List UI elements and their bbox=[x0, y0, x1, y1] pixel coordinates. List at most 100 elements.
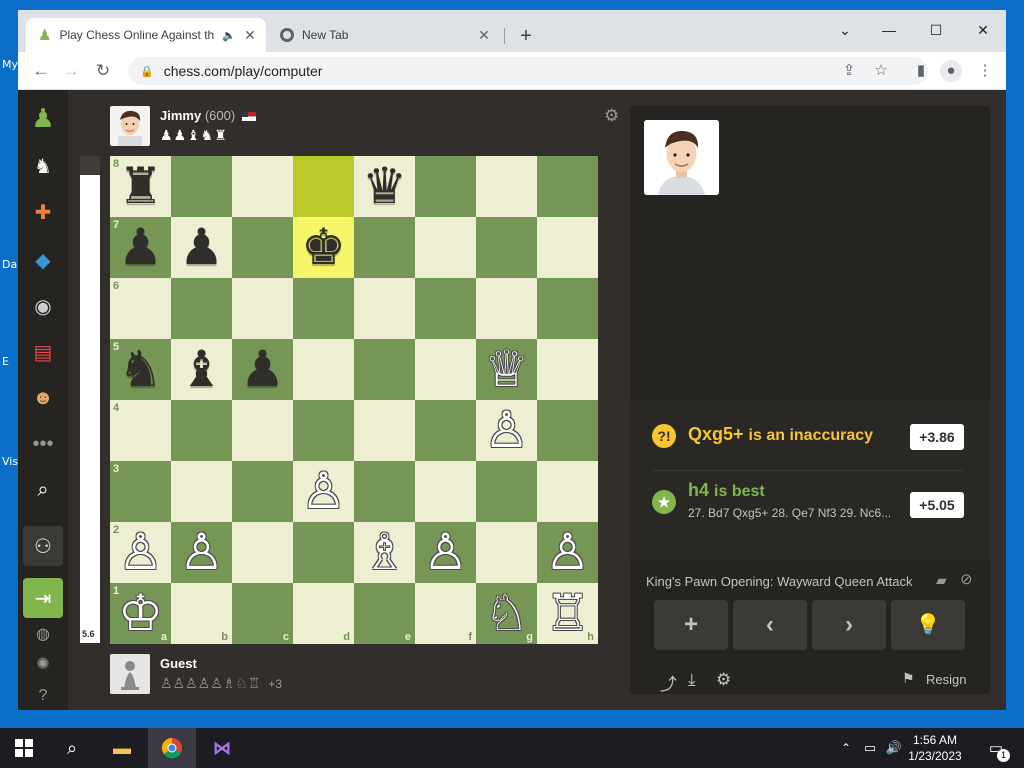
square-h4[interactable] bbox=[537, 400, 598, 461]
theme-icon[interactable]: ✺ bbox=[29, 650, 57, 678]
book-icon[interactable]: ▰ bbox=[936, 572, 947, 589]
square-f3[interactable] bbox=[415, 461, 476, 522]
chevron-up-icon[interactable]: ⌃ bbox=[836, 728, 856, 768]
square-d2[interactable] bbox=[293, 522, 354, 583]
square-d4[interactable] bbox=[293, 400, 354, 461]
square-c8[interactable] bbox=[232, 156, 293, 217]
board-settings-icon[interactable]: ⚙ bbox=[604, 106, 619, 126]
menu-icon[interactable]: ⋮ bbox=[974, 60, 996, 82]
help-icon[interactable]: ? bbox=[29, 682, 57, 710]
opening-name[interactable]: King's Pawn Opening: Wayward Queen Attac… bbox=[646, 574, 912, 589]
new-game-button[interactable]: + bbox=[654, 600, 728, 650]
speaker-icon[interactable]: 🔈 bbox=[222, 29, 236, 42]
volume-icon[interactable]: 🔊 bbox=[884, 728, 904, 768]
profile-icon[interactable]: ● bbox=[940, 60, 962, 82]
windows-start-icon[interactable] bbox=[0, 728, 48, 768]
tab-new[interactable]: New Tab ✕ bbox=[270, 18, 500, 52]
piece-d3[interactable]: ♙ bbox=[293, 461, 354, 522]
square-e4[interactable] bbox=[354, 400, 415, 461]
minimize-button[interactable]: — bbox=[874, 18, 904, 42]
square-f8[interactable] bbox=[415, 156, 476, 217]
visual-studio-icon[interactable]: ⋈ bbox=[198, 728, 246, 768]
square-h7[interactable] bbox=[537, 217, 598, 278]
piece-h1[interactable]: ♖ bbox=[537, 583, 598, 644]
piece-b2[interactable]: ♙ bbox=[171, 522, 232, 583]
bookmark-star-icon[interactable]: ☆ bbox=[870, 60, 892, 82]
settings-gear-icon[interactable]: ⚙ bbox=[716, 670, 731, 690]
square-f7[interactable] bbox=[415, 217, 476, 278]
next-move-button[interactable]: › bbox=[812, 600, 886, 650]
player-name[interactable]: Guest bbox=[160, 656, 197, 671]
square-b3[interactable] bbox=[171, 461, 232, 522]
square-a6[interactable]: 6 bbox=[110, 278, 171, 339]
puzzles-icon[interactable]: ✚ bbox=[29, 198, 57, 226]
square-e5[interactable] bbox=[354, 339, 415, 400]
globe-icon[interactable]: ◍ bbox=[29, 620, 57, 648]
forward-button[interactable]: → bbox=[60, 60, 82, 82]
piece-g5[interactable]: ♕ bbox=[476, 339, 537, 400]
square-b6[interactable] bbox=[171, 278, 232, 339]
piece-b7[interactable]: ♟ bbox=[171, 217, 232, 278]
back-button[interactable]: ← bbox=[30, 60, 52, 82]
file-explorer-icon[interactable]: ▬ bbox=[98, 728, 146, 768]
share-icon[interactable]: ⇪ bbox=[838, 60, 860, 82]
play-icon[interactable]: ♞ bbox=[29, 152, 57, 180]
search-icon[interactable]: ⌕ bbox=[29, 476, 57, 504]
square-c1[interactable]: c bbox=[232, 583, 293, 644]
square-e6[interactable] bbox=[354, 278, 415, 339]
resign-flag-icon[interactable]: ⚑ bbox=[902, 670, 915, 687]
avatar[interactable] bbox=[110, 106, 150, 146]
search-icon[interactable]: ⌕ bbox=[48, 728, 96, 768]
learn-icon[interactable]: ◆ bbox=[29, 246, 57, 274]
square-g3[interactable] bbox=[476, 461, 537, 522]
square-c2[interactable] bbox=[232, 522, 293, 583]
watch-icon[interactable]: ◉ bbox=[29, 292, 57, 320]
square-b8[interactable] bbox=[171, 156, 232, 217]
piece-a5[interactable]: ♞ bbox=[110, 339, 171, 400]
close-tab-icon[interactable]: ✕ bbox=[476, 27, 492, 44]
square-h3[interactable] bbox=[537, 461, 598, 522]
explorer-icon[interactable]: ⊘ bbox=[960, 570, 973, 588]
piece-c5[interactable]: ♟ bbox=[232, 339, 293, 400]
side-panel-icon[interactable]: ▮ bbox=[910, 60, 932, 82]
desktop-icon-label[interactable]: Vis bbox=[2, 455, 18, 468]
previous-move-button[interactable]: ‹ bbox=[733, 600, 807, 650]
square-e7[interactable] bbox=[354, 217, 415, 278]
best-line[interactable]: 27. Bd7 Qxg5+ 28. Qe7 Nf3 29. Nc6... bbox=[688, 506, 908, 520]
square-f6[interactable] bbox=[415, 278, 476, 339]
login-icon[interactable]: ⇥ bbox=[23, 578, 63, 618]
square-c7[interactable] bbox=[232, 217, 293, 278]
square-b4[interactable] bbox=[171, 400, 232, 461]
piece-b5[interactable]: ♝ bbox=[171, 339, 232, 400]
square-d5[interactable] bbox=[293, 339, 354, 400]
piece-a7[interactable]: ♟ bbox=[110, 217, 171, 278]
piece-h2[interactable]: ♙ bbox=[537, 522, 598, 583]
notification-icon[interactable]: ▭ 1 bbox=[976, 728, 1016, 768]
square-d1[interactable]: d bbox=[293, 583, 354, 644]
resign-button[interactable]: Resign bbox=[926, 672, 966, 687]
chess-logo-icon[interactable]: ♟ bbox=[29, 103, 57, 133]
chess-board[interactable]: 8 7 6 5 4 3 2 1 a b c d e f g h ♜ ♛ ♟ ♟ ♚ ♞ ♝ ♟ ♕ ♙ ♙ ♙ ♙ ♗ ♙ ♙ ♔ ♘ ♖ bbox=[110, 156, 598, 644]
share-icon[interactable]: ⤴ bbox=[660, 670, 677, 695]
tab-chess[interactable]: ♟ Play Chess Online Against th 🔈 ✕ bbox=[26, 18, 266, 52]
square-e3[interactable] bbox=[354, 461, 415, 522]
piece-a8[interactable]: ♜ bbox=[110, 156, 171, 217]
square-g2[interactable] bbox=[476, 522, 537, 583]
square-d8[interactable] bbox=[293, 156, 354, 217]
clock[interactable]: 1:56 AM 1/23/2023 bbox=[905, 732, 965, 764]
new-tab-button[interactable]: + bbox=[514, 24, 538, 48]
hint-lightbulb-button[interactable]: 💡 bbox=[891, 600, 965, 650]
square-a4[interactable]: 4 bbox=[110, 400, 171, 461]
more-icon[interactable]: ••• bbox=[29, 430, 57, 458]
square-g7[interactable] bbox=[476, 217, 537, 278]
maximize-button[interactable]: ☐ bbox=[921, 18, 951, 42]
square-h8[interactable] bbox=[537, 156, 598, 217]
download-icon[interactable]: ⤓ bbox=[688, 670, 696, 690]
piece-e2[interactable]: ♗ bbox=[354, 522, 415, 583]
piece-a1[interactable]: ♔ bbox=[110, 583, 171, 644]
desktop-icon-label[interactable]: E bbox=[2, 355, 9, 368]
network-icon[interactable]: ▭ bbox=[860, 728, 880, 768]
avatar[interactable] bbox=[110, 654, 150, 694]
close-window-button[interactable]: ✕ bbox=[968, 18, 998, 42]
piece-e8[interactable]: ♛ bbox=[354, 156, 415, 217]
